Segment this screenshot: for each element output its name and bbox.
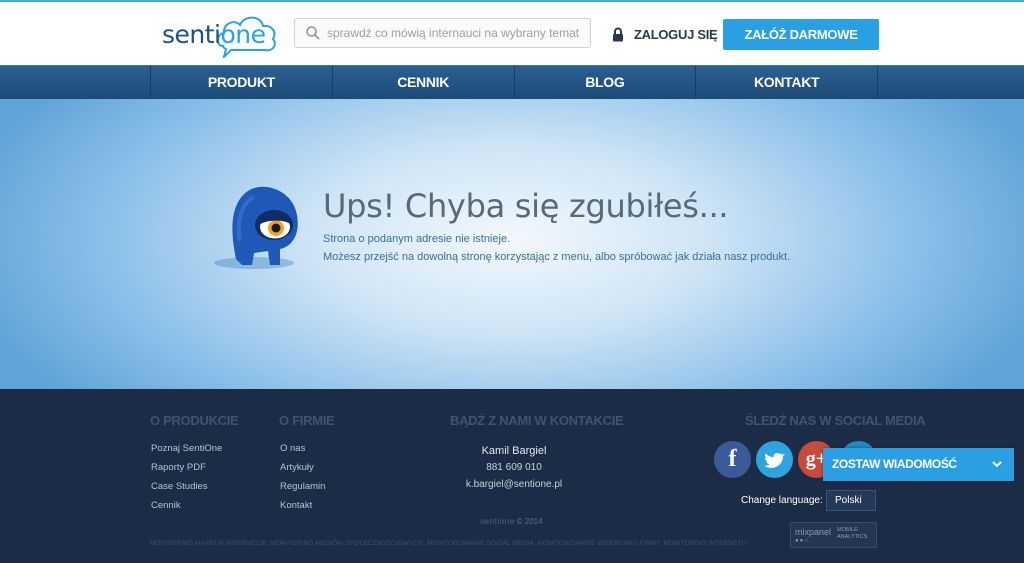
facebook-icon[interactable]: f bbox=[714, 441, 751, 478]
copyright: sentione © 2014 bbox=[480, 517, 543, 526]
mixpanel-badge[interactable]: mixpanel MOBILE ANALYTICS ●●○ bbox=[790, 522, 877, 548]
footer-heading-contact: BĄDŹ Z NAMI W KONTAKCIE bbox=[450, 413, 624, 428]
nav-item-cennik[interactable]: CENNIK bbox=[333, 66, 515, 99]
footer-link-case-studies[interactable]: Case Studies bbox=[151, 481, 208, 492]
mixpanel-caption: MOBILE ANALYTICS bbox=[837, 527, 867, 541]
error-hero: Ups! Chyba się zgubiłeś... Strona o poda… bbox=[0, 99, 1024, 389]
language-label: Change language: bbox=[741, 495, 823, 506]
footer-seo-text: MONITORING MARKI W INTERNECIE, MONITORIN… bbox=[150, 540, 747, 547]
search-input[interactable] bbox=[327, 23, 582, 43]
error-title: Ups! Chyba się zgubiłeś... bbox=[323, 187, 729, 225]
logo-text-senti: senti bbox=[162, 20, 221, 49]
footer-heading-social: ŚLEDŹ NAS W SOCIAL MEDIA bbox=[745, 413, 926, 428]
footer-link-cennik[interactable]: Cennik bbox=[151, 500, 181, 511]
leave-message-widget[interactable]: ZOSTAW WIADOMOŚĆ bbox=[823, 448, 1014, 481]
twitter-icon[interactable] bbox=[756, 441, 793, 478]
mixpanel-logo: mixpanel bbox=[795, 527, 832, 537]
sentione-logo[interactable]: sentione bbox=[160, 12, 280, 58]
footer-heading-product: O PRODUKCIE bbox=[150, 413, 239, 428]
language-select[interactable]: Polski bbox=[826, 490, 876, 511]
chevron-down-icon bbox=[992, 461, 1002, 468]
footer-link-kontakt[interactable]: Kontakt bbox=[280, 500, 312, 511]
contact-phone: 881 609 010 bbox=[486, 462, 542, 473]
logo-text: sentione bbox=[162, 20, 266, 49]
mixpanel-caption-line1: MOBILE bbox=[837, 527, 858, 533]
footer-link-artykuly[interactable]: Artykuły bbox=[280, 462, 314, 473]
footer-link-raporty[interactable]: Raporty PDF bbox=[151, 462, 206, 473]
footer-link-regulamin[interactable]: Regulamin bbox=[280, 481, 325, 492]
mixpanel-caption-line2: ANALYTICS bbox=[837, 534, 868, 540]
error-hint: Możesz przejść na dowolną stronę korzyst… bbox=[323, 251, 791, 263]
contact-name: Kamil Bargiel bbox=[481, 445, 547, 457]
nav-item-produkt[interactable]: PRODUKT bbox=[151, 66, 333, 99]
nav-item-blog[interactable]: BLOG bbox=[515, 66, 697, 99]
nav-item-kontakt[interactable]: KONTAKT bbox=[696, 66, 878, 99]
leave-message-label: ZOSTAW WIADOMOŚĆ bbox=[832, 457, 957, 471]
footer-link-poznaj[interactable]: Poznaj SentiOne bbox=[151, 443, 222, 454]
copyright-brand-one: one bbox=[499, 517, 515, 526]
twitter-bird-icon bbox=[764, 452, 785, 468]
footer-link-o-nas[interactable]: O nas bbox=[280, 443, 305, 454]
login-label: ZALOGUJ SIĘ bbox=[634, 26, 718, 42]
copyright-text: © 2014 bbox=[516, 517, 543, 526]
signup-button[interactable]: ZAŁÓŻ DARMOWE KONTO bbox=[723, 19, 879, 73]
logo-text-one: one bbox=[220, 20, 267, 49]
mascot-icon bbox=[214, 186, 298, 269]
mixpanel-dots-icon: ●●○ bbox=[795, 538, 809, 544]
copyright-brand-senti: senti bbox=[480, 517, 500, 526]
footer-heading-company: O FIRMIE bbox=[279, 413, 335, 428]
lock-icon bbox=[613, 27, 623, 41]
site-header: sentione ZALOGUJ SIĘ ZAŁÓŻ DARMOWE KONTO bbox=[0, 2, 1024, 73]
error-message: Strona o podanym adresie nie istnieje. bbox=[323, 233, 511, 245]
search-icon bbox=[306, 26, 320, 40]
contact-email[interactable]: k.bargiel@sentione.pl bbox=[414, 479, 614, 490]
main-nav: PRODUKT CENNIK BLOG KONTAKT bbox=[0, 65, 1024, 99]
search-box bbox=[294, 18, 591, 48]
login-link[interactable]: ZALOGUJ SIĘ bbox=[612, 24, 718, 44]
